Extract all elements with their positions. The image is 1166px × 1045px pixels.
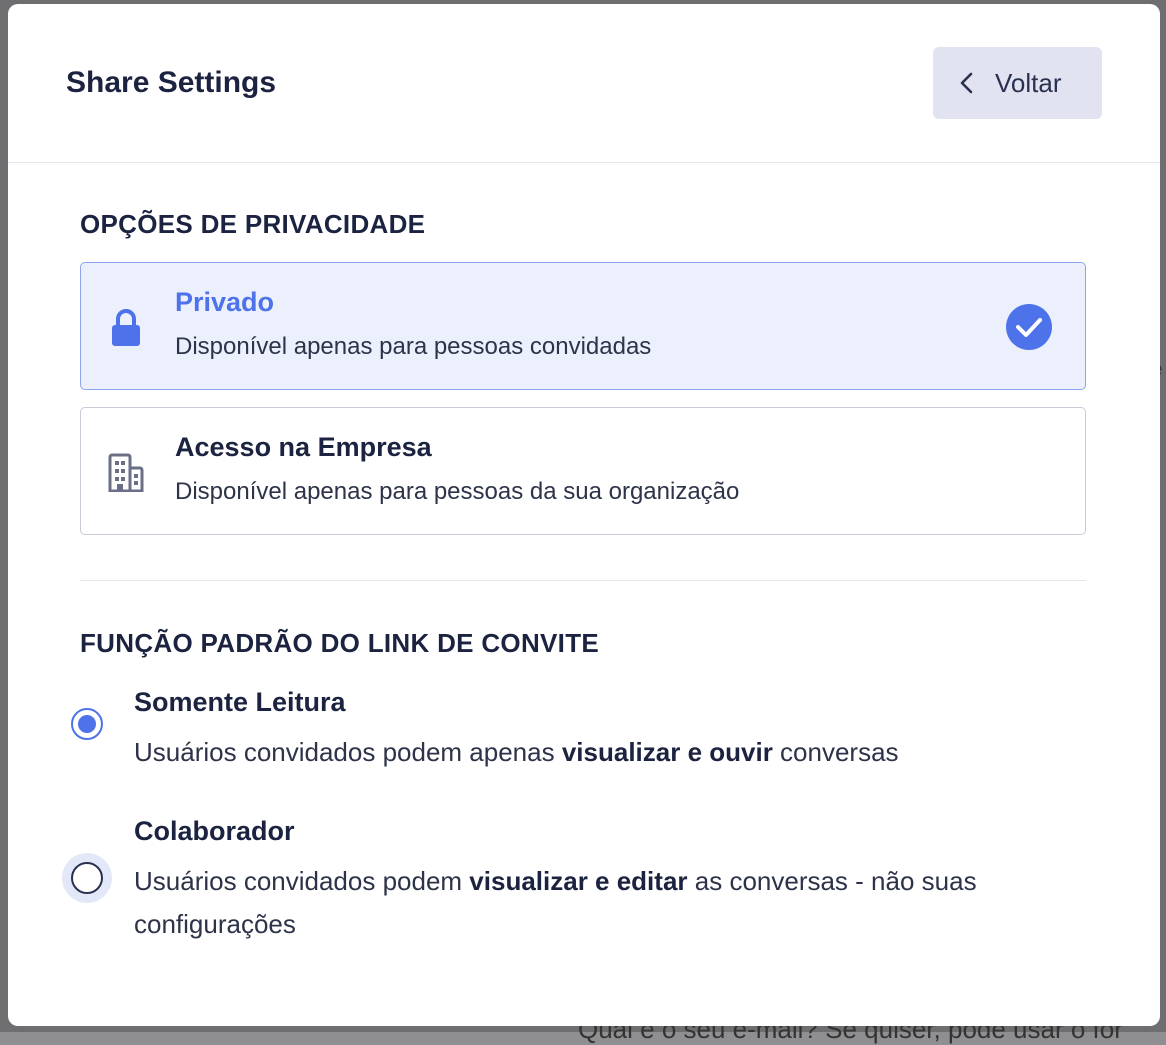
role-option-name: Colaborador — [134, 816, 295, 846]
invite-role-section-title: FUNÇÃO PADRÃO DO LINK DE CONVITE — [80, 628, 600, 658]
role-option-name: Somente Leitura — [134, 687, 346, 717]
privacy-option-private[interactable]: Privado Disponível apenas para pessoas c… — [80, 262, 1086, 390]
back-button-label: Voltar — [995, 67, 1062, 98]
back-button[interactable]: Voltar — [933, 47, 1102, 119]
check-circle-icon — [1006, 304, 1052, 350]
role-option-description: Usuários convidados podem visualizar e e… — [134, 866, 977, 939]
role-option-collaborator[interactable]: Colaborador Usuários convidados podem vi… — [62, 816, 1110, 956]
radio-selected[interactable] — [70, 707, 104, 741]
privacy-option-description: Disponível apenas para pessoas da sua or… — [175, 478, 740, 505]
privacy-section-title: OPÇÕES DE PRIVACIDADE — [80, 209, 426, 239]
building-icon — [108, 453, 144, 492]
modal-header: Share Settings Voltar — [8, 4, 1160, 163]
role-option-read-only[interactable]: Somente Leitura Usuários convidados pode… — [70, 687, 1110, 777]
lock-icon — [112, 309, 140, 346]
modal-title: Share Settings — [66, 66, 277, 99]
privacy-option-name: Acesso na Empresa — [175, 432, 432, 462]
privacy-option-name: Privado — [175, 287, 275, 317]
chevron-left-icon — [960, 72, 973, 94]
section-divider — [80, 580, 1086, 581]
share-settings-modal: Share Settings Voltar OPÇÕES DE PRIVACID… — [8, 4, 1160, 1026]
privacy-option-description: Disponível apenas para pessoas convidada… — [175, 333, 652, 360]
privacy-option-company[interactable]: Acesso na Empresa Disponível apenas para… — [80, 407, 1086, 535]
radio-unselected[interactable] — [61, 852, 113, 904]
role-option-description: Usuários convidados podem apenas visuali… — [134, 737, 899, 767]
